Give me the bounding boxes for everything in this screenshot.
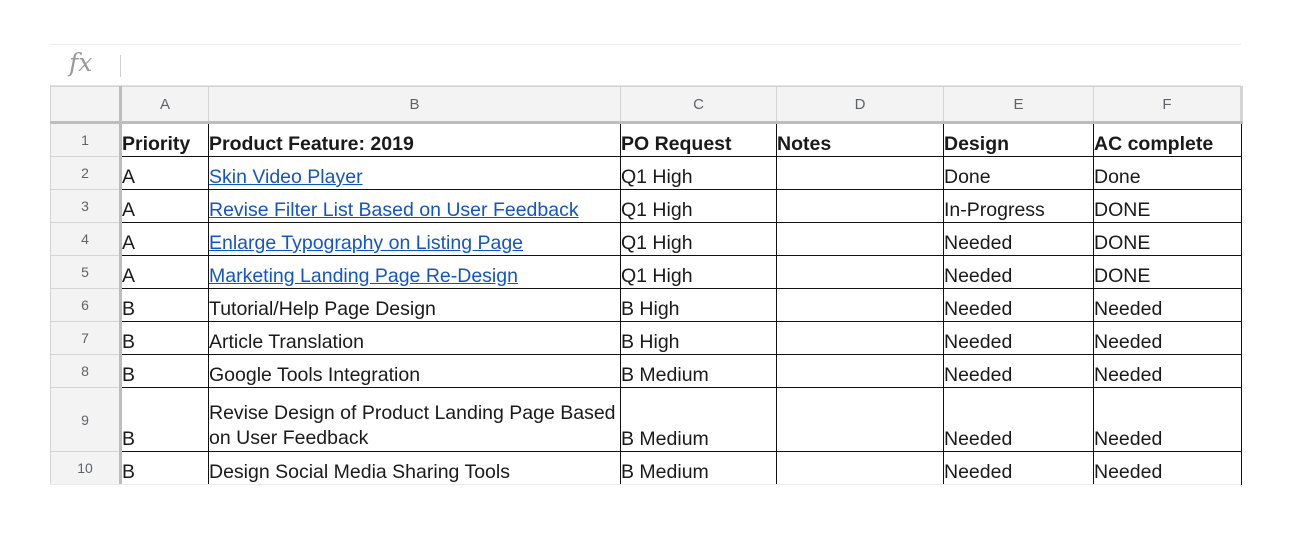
cell-po-request[interactable]: B High [620, 288, 777, 322]
column-header-e[interactable]: E [943, 86, 1094, 124]
cell-feature[interactable]: Revise Filter List Based on User Feedbac… [208, 189, 621, 223]
cell-design[interactable]: Needed [943, 222, 1094, 256]
cell-po-request[interactable]: PO Request [620, 122, 777, 157]
table-row: 4 A Enlarge Typography on Listing Page Q… [50, 222, 1242, 256]
cell-ac-complete[interactable]: DONE [1093, 222, 1242, 256]
function-icon: fx [69, 48, 93, 77]
cell-po-request[interactable]: Q1 High [620, 156, 777, 190]
table-row: 2 A Skin Video Player Q1 High Done Done [50, 156, 1242, 190]
cell-feature[interactable]: Revise Design of Product Landing Page Ba… [208, 387, 621, 452]
cell-po-request[interactable]: B Medium [620, 354, 777, 388]
cell-notes[interactable] [776, 189, 944, 223]
cell-ac-complete[interactable]: Needed [1093, 387, 1242, 452]
cell-design[interactable]: Done [943, 156, 1094, 190]
column-header-f[interactable]: F [1093, 86, 1243, 124]
cell-notes[interactable] [776, 288, 944, 322]
bottom-divider [50, 484, 1241, 485]
table-row: 5 A Marketing Landing Page Re-Design Q1 … [50, 255, 1242, 289]
cell-po-request[interactable]: Q1 High [620, 255, 777, 289]
cell-ac-complete[interactable]: Needed [1093, 451, 1242, 485]
cell-design[interactable]: Needed [943, 387, 1094, 452]
cell-priority[interactable]: B [120, 451, 209, 485]
cell-notes[interactable] [776, 156, 944, 190]
cell-design[interactable]: In-Progress [943, 189, 1094, 223]
feature-link[interactable]: Enlarge Typography on Listing Page [210, 232, 524, 254]
table-row: 6 B Tutorial/Help Page Design B High Nee… [50, 288, 1242, 322]
cell-feature[interactable]: Product Feature: 2019 [208, 122, 621, 157]
row-header[interactable]: 8 [50, 354, 122, 388]
row-header[interactable]: 10 [50, 451, 122, 485]
feature-link[interactable]: Revise Filter List Based on User Feedbac… [210, 199, 579, 221]
cell-po-request[interactable]: Q1 High [620, 189, 777, 223]
feature-link[interactable]: Marketing Landing Page Re-Design [210, 265, 518, 287]
cell-feature[interactable]: Article Translation [208, 321, 621, 355]
cell-priority[interactable]: B [120, 387, 209, 452]
cell-notes[interactable] [776, 354, 944, 388]
cell-ac-complete[interactable]: DONE [1093, 189, 1242, 223]
cell-priority[interactable]: A [120, 156, 209, 190]
cell-po-request[interactable]: B High [620, 321, 777, 355]
cell-feature[interactable]: Marketing Landing Page Re-Design [208, 255, 621, 289]
cell-ac-complete[interactable]: AC complete [1093, 122, 1242, 157]
row-header[interactable]: 7 [50, 321, 122, 355]
cell-grid: A B C D E F 1 Priority Product Feature: … [50, 86, 1243, 485]
cell-priority[interactable]: B [120, 354, 209, 388]
column-header-b[interactable]: B [208, 86, 621, 124]
cell-priority[interactable]: A [120, 189, 209, 223]
cell-notes[interactable]: Notes [776, 122, 944, 157]
row-header[interactable]: 6 [50, 288, 122, 322]
formula-bar-separator [120, 55, 121, 77]
cell-design[interactable]: Needed [943, 321, 1094, 355]
cell-notes[interactable] [776, 451, 944, 485]
cell-feature[interactable]: Google Tools Integration [208, 354, 621, 388]
feature-link[interactable]: Skin Video Player [210, 166, 363, 188]
formula-input[interactable] [130, 51, 1231, 79]
row-header[interactable]: 4 [50, 222, 122, 256]
cell-feature[interactable]: Tutorial/Help Page Design [208, 288, 621, 322]
cell-feature[interactable]: Design Social Media Sharing Tools [208, 451, 621, 485]
row-header[interactable]: 3 [50, 189, 122, 223]
cell-ac-complete[interactable]: Done [1093, 156, 1242, 190]
cell-design[interactable]: Needed [943, 288, 1094, 322]
cell-ac-complete[interactable]: Needed [1093, 321, 1242, 355]
table-row: 3 A Revise Filter List Based on User Fee… [50, 189, 1242, 223]
table-row: 10 B Design Social Media Sharing Tools B… [50, 451, 1242, 485]
cell-notes[interactable] [776, 222, 944, 256]
cell-feature[interactable]: Enlarge Typography on Listing Page [208, 222, 621, 256]
row-header[interactable]: 5 [50, 255, 122, 289]
cell-po-request[interactable]: Q1 High [620, 222, 777, 256]
column-header-a[interactable]: A [120, 86, 209, 124]
formula-bar: fx [50, 45, 1241, 86]
cell-design[interactable]: Needed [943, 255, 1094, 289]
cell-design[interactable]: Needed [943, 354, 1094, 388]
row-header[interactable]: 9 [50, 387, 122, 452]
spreadsheet: fx A B C D E F 1 Priority Product Featur… [50, 44, 1243, 485]
table-row: 1 Priority Product Feature: 2019 PO Requ… [50, 122, 1242, 157]
cell-notes[interactable] [776, 387, 944, 452]
row-header[interactable]: 1 [50, 122, 122, 157]
cell-ac-complete[interactable]: Needed [1093, 288, 1242, 322]
table-row: 9 B Revise Design of Product Landing Pag… [50, 387, 1242, 452]
cell-notes[interactable] [776, 321, 944, 355]
cell-feature[interactable]: Skin Video Player [208, 156, 621, 190]
cell-ac-complete[interactable]: DONE [1093, 255, 1242, 289]
table-row: 7 B Article Translation B High Needed Ne… [50, 321, 1242, 355]
cell-priority[interactable]: B [120, 321, 209, 355]
column-header-c[interactable]: C [620, 86, 777, 124]
cell-priority[interactable]: A [120, 255, 209, 289]
row-header[interactable]: 2 [50, 156, 122, 190]
cell-ac-complete[interactable]: Needed [1093, 354, 1242, 388]
column-header-d[interactable]: D [776, 86, 944, 124]
table-row: 8 B Google Tools Integration B Medium Ne… [50, 354, 1242, 388]
column-header-row: A B C D E F [50, 86, 1243, 124]
cell-priority[interactable]: B [120, 288, 209, 322]
cell-priority[interactable]: A [120, 222, 209, 256]
cell-po-request[interactable]: B Medium [620, 451, 777, 485]
cell-design[interactable]: Design [943, 122, 1094, 157]
select-all-corner[interactable] [50, 86, 122, 124]
cell-po-request[interactable]: B Medium [620, 387, 777, 452]
cell-design[interactable]: Needed [943, 451, 1094, 485]
cell-notes[interactable] [776, 255, 944, 289]
cell-priority[interactable]: Priority [120, 122, 209, 157]
